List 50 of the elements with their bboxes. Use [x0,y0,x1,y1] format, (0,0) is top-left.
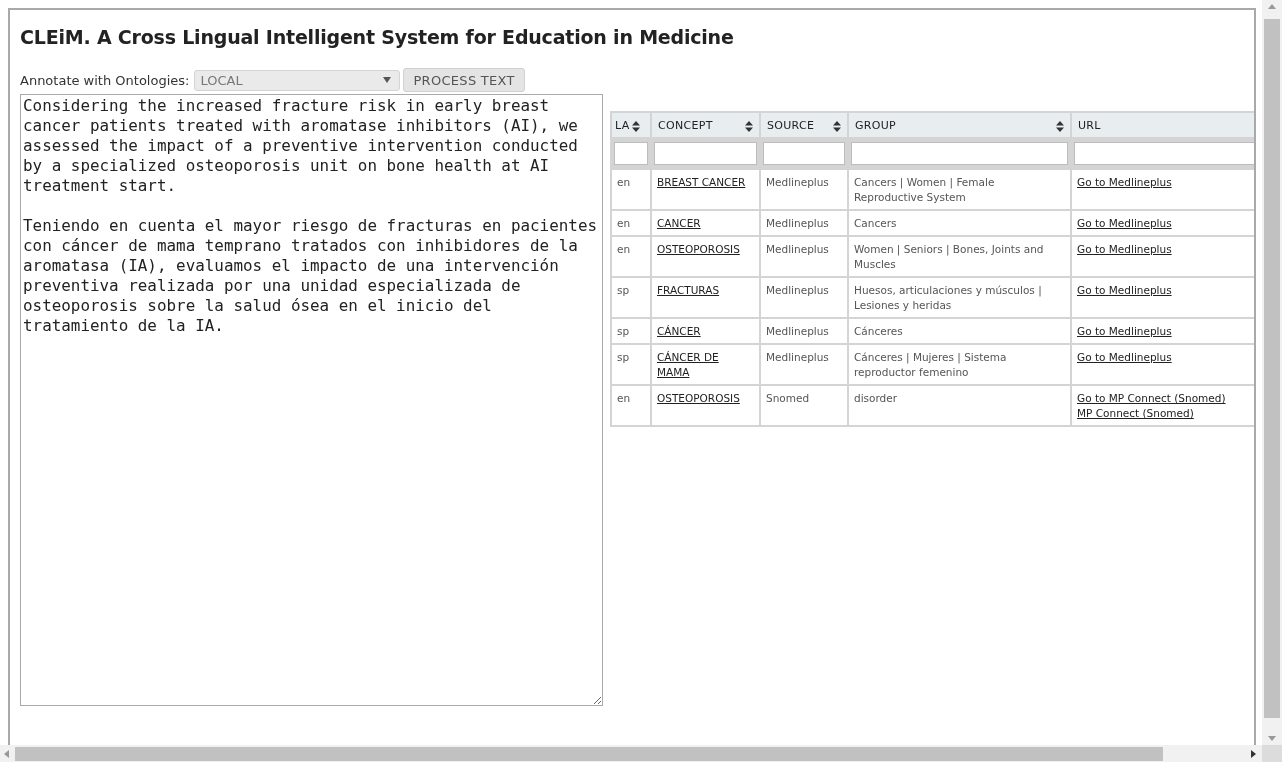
column-header[interactable]: SOURCE [760,112,848,138]
scrollbar-corner [1262,745,1282,762]
text-input-area[interactable]: Considering the increased fracture risk in early breast cancer patients treated with aromatase inhibitors (AI), we assessed the impact of a preventive intervention conducted by a specialized osteoporosis unit on bone health at AI treatment start. Teniendo en cuenta el mayor riesgo de fracturas en pacientes con cáncer de mama temprano tratados con inhibidores de la aromatasa (IA), evaluamos el impacto de una intervención preventiva realizada por una unidad especializada de osteoporosis sobre la salud ósea en el inicio del tratamiento de la IA. [20,94,603,706]
ontology-select[interactable]: LOCAL [194,69,401,91]
scroll-left-icon[interactable] [4,749,9,758]
group-text: Women | Seniors | Bones, Joints and Muscles [854,243,1044,270]
language-cell: en [617,392,631,404]
group-text: Cánceres | Mujeres | Sistema reproductor femenino [854,351,1007,378]
filter-field[interactable] [1074,142,1254,165]
sort-icon[interactable] [632,121,640,132]
horizontal-scrollbar[interactable] [0,745,1282,762]
filter-field[interactable] [851,142,1068,165]
sort-icon[interactable] [1056,121,1064,132]
sort-icon[interactable] [833,121,841,132]
column-header[interactable]: LA [611,112,651,138]
column-header[interactable]: GROUP [848,112,1071,138]
scroll-right-icon[interactable] [1251,749,1256,758]
scroll-up-icon[interactable] [1268,4,1276,9]
filter-field[interactable] [614,142,648,165]
group-text: Cancers [854,217,897,229]
column-header[interactable]: URL [1071,112,1254,138]
filter-field[interactable] [763,142,845,165]
language-cell: en [617,217,631,229]
source-text: Medlineplus [766,351,829,363]
column-header[interactable]: CONCEPT [651,112,760,138]
vertical-scrollbar[interactable] [1262,0,1282,745]
source-text: Medlineplus [766,243,829,255]
group-text: Cancers | Women | Female Reproductive System [854,176,995,203]
language-cell: en [617,176,631,188]
group-text: disorder [854,392,898,404]
url-link[interactable]: Go to MP Connect (Snomed) [1077,391,1254,406]
language-cell: sp [617,325,630,337]
caret-icon[interactable] [383,77,392,83]
filter-field[interactable] [654,142,757,165]
language-cell: sp [617,351,630,363]
source-text: Snomed [766,392,810,404]
url-link[interactable]: MP Connect (Snomed) [1077,406,1254,421]
group-text: Huesos, articulaciones y músculos | Lesiones y heridas [854,284,1042,311]
page-title: CLEiM. A Cross Lingual Intelligent System for Education in Medicine [20,26,735,48]
language-cell: sp [617,284,630,296]
source-text: Medlineplus [766,325,829,337]
process-text-button[interactable]: PROCESS TEXT [403,68,525,92]
annotate-label: Annotate with Ontologies: [20,72,190,88]
source-text: Medlineplus [766,217,829,229]
source-text: Medlineplus [766,176,829,188]
scroll-down-icon[interactable] [1268,736,1276,741]
source-text: Medlineplus [766,284,829,296]
sort-icon[interactable] [745,121,753,132]
group-text: Cánceres [854,325,903,337]
language-cell: en [617,243,631,255]
